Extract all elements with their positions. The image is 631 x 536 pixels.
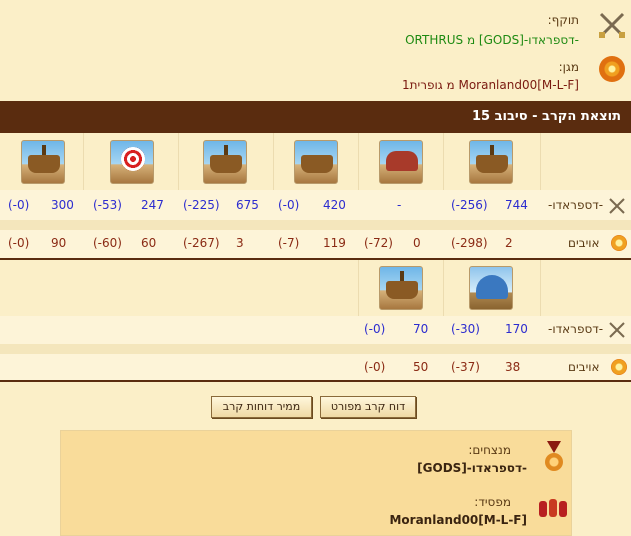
value: 119 — [323, 236, 346, 250]
unit-ship-image — [469, 140, 513, 184]
value: 170 — [505, 322, 528, 336]
value: 50 — [413, 360, 429, 374]
delta: (-53) — [93, 198, 122, 212]
value: 60 — [141, 236, 157, 250]
delta: (-0) — [278, 198, 300, 212]
delta: (-225) — [183, 198, 220, 212]
loser-value: Moranland00[M-L-F] — [389, 513, 527, 527]
defender-label: מגן: — [558, 60, 579, 74]
detailed-report-button[interactable]: דוח קרב מפורט — [320, 396, 416, 418]
value: 70 — [413, 322, 429, 336]
value: 247 — [141, 198, 164, 212]
enemy-row — [0, 354, 631, 380]
loser-label: מפסיד: — [474, 495, 511, 509]
delta: (-60) — [93, 236, 122, 250]
attacker-value: -דספראדו-[GODS] מ ORTHRUS — [405, 33, 579, 47]
delta: (-37) — [451, 360, 480, 374]
attacker-name: -דספראדו- — [548, 322, 604, 336]
divider — [0, 258, 631, 260]
delta: (-0) — [8, 236, 30, 250]
value: 300 — [51, 198, 74, 212]
battle-summary: מנצחים: -דספראדו-[GODS] מפסיד: Moranland… — [60, 430, 572, 536]
enemy-name: אויבים — [568, 236, 600, 250]
report-converter-button[interactable]: ממיר דוחות קרב — [211, 396, 312, 418]
unit-cannon-ship-image — [379, 140, 423, 184]
unit-catapult-ship-image — [294, 140, 338, 184]
attacker-name: -דספראדו- — [548, 198, 604, 212]
value: 675 — [236, 198, 259, 212]
unit-crane-ship-image — [379, 266, 423, 310]
value: 2 — [505, 236, 513, 250]
enemy-name: אויבים — [568, 360, 600, 374]
delta: (-7) — [278, 236, 300, 250]
value: 0 — [413, 236, 421, 250]
medal-icon — [543, 441, 565, 475]
delta: (-256) — [451, 198, 488, 212]
value: 90 — [51, 236, 67, 250]
delta: (-267) — [183, 236, 220, 250]
shield-icon — [611, 235, 627, 251]
value: - — [397, 198, 402, 212]
delta: (-30) — [451, 322, 480, 336]
delta: (-0) — [364, 322, 386, 336]
shield-icon — [599, 56, 625, 82]
unit-steam-ram-image — [21, 140, 65, 184]
unit-balloon-image — [469, 266, 513, 310]
delta: (-0) — [8, 198, 30, 212]
delta: (-0) — [364, 360, 386, 374]
divider — [0, 380, 631, 382]
crossed-swords-icon — [609, 322, 625, 338]
value: 38 — [505, 360, 521, 374]
value: 420 — [323, 198, 346, 212]
winners-label: מנצחים: — [468, 443, 511, 457]
delta: (-72) — [364, 236, 393, 250]
attacker-row — [0, 316, 631, 344]
winners-value: -דספראדו-[GODS] — [417, 461, 527, 475]
value: 744 — [505, 198, 528, 212]
unit-mortar-ship-image — [110, 140, 154, 184]
delta: (-298) — [451, 236, 488, 250]
unit-ballista-ship-image — [203, 140, 247, 184]
troops-icon — [537, 497, 569, 519]
defender-value: Moranland00[M-L-F] מ גופרית1 — [401, 78, 579, 92]
battle-result-bar: תוצאת הקרב - סיבוב 15 — [0, 101, 631, 133]
crossed-swords-icon — [599, 12, 625, 38]
shield-icon — [611, 359, 627, 375]
attacker-label: תוקף: — [547, 13, 579, 27]
value: 3 — [236, 236, 244, 250]
crossed-swords-icon — [609, 198, 625, 214]
